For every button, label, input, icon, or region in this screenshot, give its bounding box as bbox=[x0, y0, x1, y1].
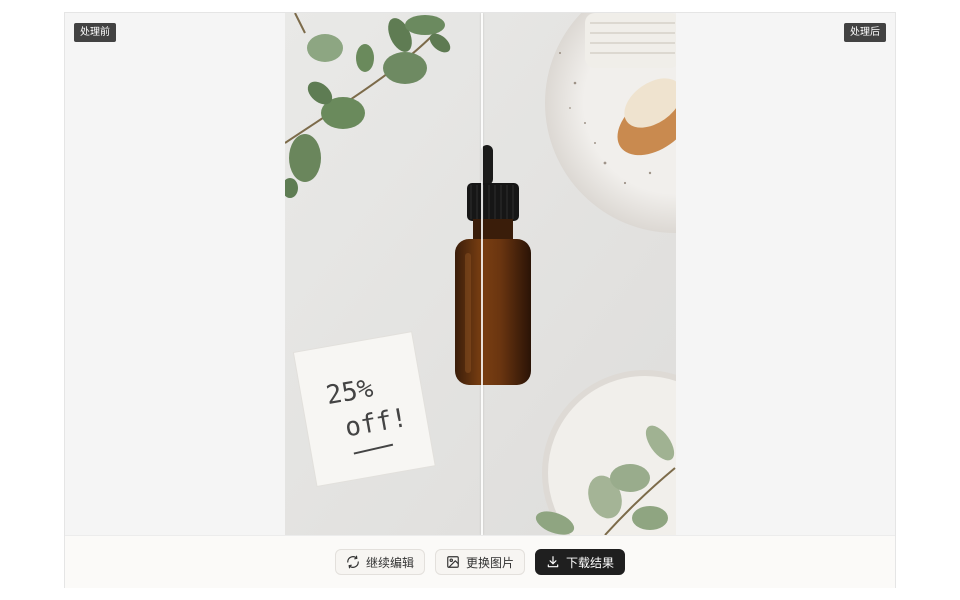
replace-image-button[interactable]: 更换图片 bbox=[434, 549, 525, 575]
after-label: 处理后 bbox=[844, 23, 886, 42]
comparison-panel: 25% off! 处理前 处理后 继续编辑 更换图片 下载结果 bbox=[64, 12, 896, 588]
discount-note: 25% off! bbox=[292, 331, 436, 488]
action-toolbar: 继续编辑 更换图片 下载结果 bbox=[65, 535, 895, 588]
continue-edit-label: 继续编辑 bbox=[365, 555, 414, 570]
download-result-button[interactable]: 下载结果 bbox=[535, 549, 626, 575]
download-icon bbox=[546, 555, 560, 569]
before-label: 处理前 bbox=[74, 23, 116, 42]
replace-image-label: 更换图片 bbox=[465, 555, 514, 570]
download-result-label: 下载结果 bbox=[566, 555, 615, 570]
refresh-icon bbox=[346, 555, 360, 569]
continue-edit-button[interactable]: 继续编辑 bbox=[334, 549, 425, 575]
before-after-stage: 25% off! 处理前 处理后 bbox=[65, 13, 895, 535]
image-replace-icon bbox=[446, 555, 460, 569]
compare-slider-handle[interactable] bbox=[481, 13, 483, 535]
